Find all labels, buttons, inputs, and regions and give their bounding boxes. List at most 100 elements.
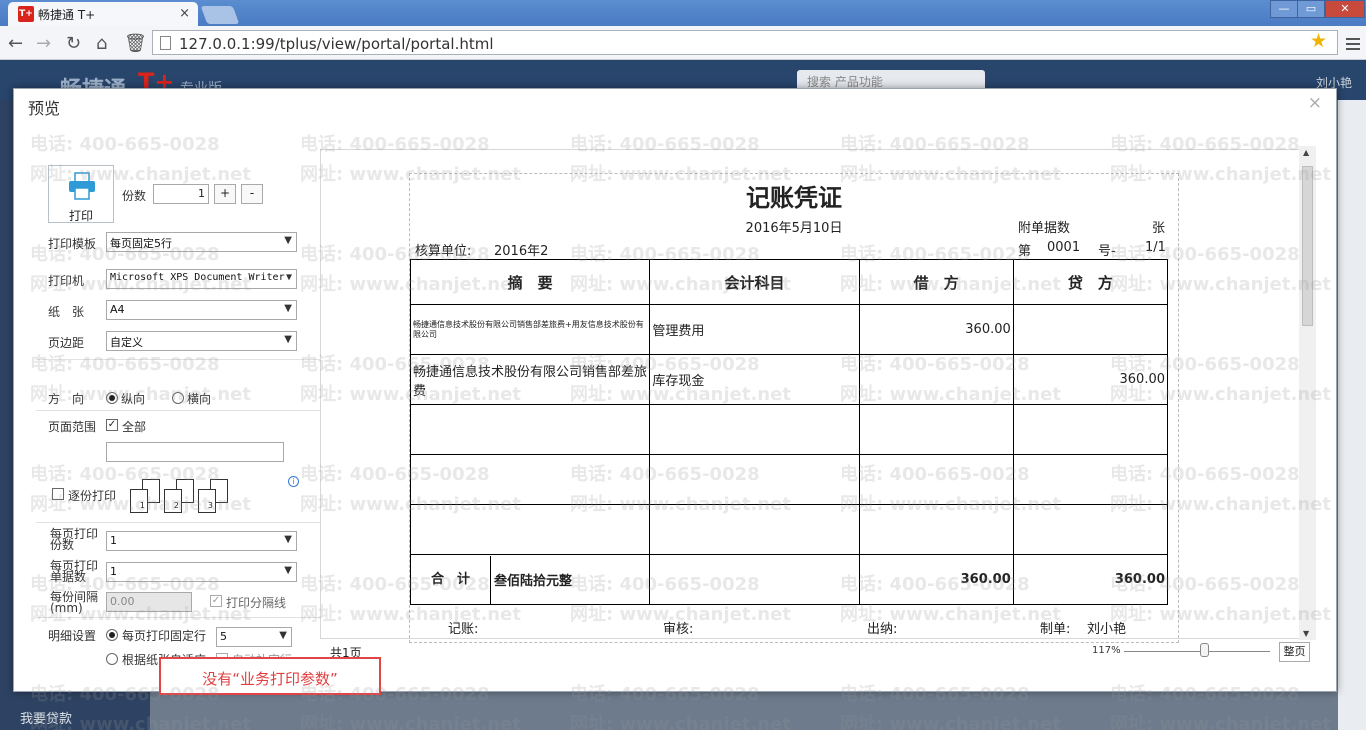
- voucher-header-row: 摘 要 会计科目 借 方 贷 方: [409, 259, 1169, 305]
- detail-fixed-select[interactable]: 5 ▼: [216, 627, 292, 647]
- voucher-page: 记账凭证 2016年5月10日 附单据数 张 核算单位: 2016年2 第 00…: [409, 173, 1179, 643]
- range-input[interactable]: [106, 442, 284, 462]
- zoom-slider-track[interactable]: [1124, 651, 1270, 652]
- address-bar[interactable]: 127.0.0.1:99/tplus/view/portal/portal.ht…: [152, 30, 1338, 55]
- zoom-slider-thumb[interactable]: [1200, 643, 1209, 657]
- voucher-no-label: 第: [1018, 244, 1032, 259]
- detail-fixed-value: 5: [220, 630, 227, 643]
- row-account: 库存现金: [649, 354, 860, 405]
- watermark-web: 网址: www.chanjet.net: [1110, 714, 1331, 730]
- watermark-web: 网址: www.chanjet.net: [570, 714, 791, 730]
- landscape-radio[interactable]: [172, 392, 184, 404]
- margin-label: 页边距: [48, 336, 85, 350]
- tab-title: 畅捷通 T+: [38, 8, 96, 22]
- minimize-button[interactable]: —: [1270, 0, 1298, 18]
- print-button-label: 打印: [68, 209, 93, 223]
- total-label: 合 计: [411, 555, 491, 604]
- collate-page-2: 2: [164, 489, 182, 513]
- annotation-text: 没有“业务打印参数”: [202, 670, 338, 688]
- template-select[interactable]: 每页固定5行 ▼: [106, 232, 297, 252]
- loan-link[interactable]: 我要贷款: [20, 708, 72, 727]
- new-tab-button[interactable]: [200, 6, 240, 24]
- per-page-vouchers-select[interactable]: 1 ▼: [106, 562, 297, 582]
- reload-icon[interactable]: ↻: [66, 33, 81, 54]
- collate-checkbox[interactable]: [52, 488, 64, 500]
- row-summary: [409, 504, 651, 555]
- forward-icon[interactable]: →: [36, 33, 51, 54]
- row-credit: [1012, 304, 1169, 355]
- dialog-title: 预览: [28, 99, 61, 118]
- browser-toolbar: ← → ↻ ⌂ 🗑 127.0.0.1:99/tplus/view/portal…: [0, 26, 1366, 60]
- paper-select[interactable]: A4 ▼: [106, 300, 297, 320]
- bookmark-star-icon[interactable]: ★: [1310, 30, 1327, 52]
- preview-scrollbar[interactable]: ▲ ▼: [1299, 146, 1316, 640]
- table-row: [409, 454, 1169, 505]
- preview-dialog: 预览 × 打印 份数 1 + - 打印模板 每页固定5行 ▼ 打印机 Micros…: [13, 88, 1337, 692]
- chevron-down-icon: ▼: [284, 303, 292, 314]
- row-debit: [858, 354, 1014, 405]
- collate-page-3: 3: [198, 489, 216, 513]
- window-close-button[interactable]: ✕: [1325, 0, 1365, 18]
- maximize-button[interactable]: ▭: [1297, 0, 1325, 18]
- app-right-panel: [1338, 100, 1366, 730]
- fit-page-button[interactable]: 整页: [1279, 642, 1310, 662]
- chevron-down-icon: ▼: [285, 272, 292, 283]
- row-credit: [1012, 454, 1169, 505]
- trash-icon[interactable]: 🗑: [124, 33, 147, 54]
- browser-menu-icon[interactable]: [1346, 38, 1360, 40]
- per-page-copies-select[interactable]: 1 ▼: [106, 531, 297, 551]
- voucher-page: 1/1: [1145, 240, 1166, 255]
- footer-maker-name: 刘小艳: [1087, 622, 1127, 637]
- copies-label: 份数: [122, 189, 147, 203]
- footer-maker: 制单:: [1040, 622, 1071, 637]
- interval-label: 每份间隔(mm): [50, 590, 99, 615]
- home-icon[interactable]: ⌂: [96, 33, 107, 54]
- scrollbar-thumb[interactable]: [1302, 166, 1313, 326]
- printer-select-value: Microsoft XPS Document Writer: [110, 272, 285, 283]
- printer-select[interactable]: Microsoft XPS Document Writer ▼: [106, 269, 297, 289]
- margin-select[interactable]: 自定义 ▼: [106, 331, 297, 351]
- row-credit: 360.00: [1012, 354, 1169, 405]
- row-account: [649, 504, 860, 555]
- margin-select-value: 自定义: [110, 336, 143, 349]
- dialog-close-icon[interactable]: ×: [1308, 93, 1322, 113]
- template-label: 打印模板: [48, 237, 97, 251]
- table-row: 畅捷通信息技术股份有限公司销售部差旅费 库存现金 360.00: [409, 354, 1169, 405]
- scroll-down-icon[interactable]: ▼: [1303, 629, 1309, 638]
- zoom-level: 117%: [1092, 645, 1121, 656]
- row-debit: 360.00: [858, 304, 1014, 355]
- tab-close-icon[interactable]: ×: [179, 6, 190, 21]
- voucher-title: 记账凭证: [746, 183, 842, 212]
- divider: [36, 359, 324, 360]
- interval-input[interactable]: 0.00: [106, 592, 192, 612]
- detail-fixed-radio[interactable]: [106, 629, 118, 641]
- chevron-down-icon: ▼: [279, 630, 287, 641]
- voucher-no: 0001: [1047, 240, 1081, 255]
- row-credit: [1012, 404, 1169, 455]
- back-icon[interactable]: ←: [8, 33, 23, 54]
- per-page-copies-label: 每页打印份数: [50, 527, 99, 552]
- chevron-down-icon: ▼: [284, 534, 292, 545]
- header-summary: 摘 要: [409, 259, 651, 305]
- total-debit: 360.00: [858, 554, 1014, 605]
- copies-input[interactable]: 1: [153, 184, 209, 204]
- info-icon[interactable]: i: [288, 476, 299, 487]
- browser-tab[interactable]: T+ 畅捷通 T+ ×: [8, 2, 198, 26]
- row-account: [649, 404, 860, 455]
- per-page-copies-value: 1: [110, 534, 117, 547]
- per-page-vouchers-value: 1: [110, 565, 117, 578]
- portrait-radio[interactable]: [106, 392, 118, 404]
- separator-checkbox[interactable]: ✓: [210, 595, 222, 607]
- collate-page-1: 1: [130, 489, 148, 513]
- row-summary: [409, 404, 651, 455]
- browser-tabbar: T+ 畅捷通 T+ × — ▭ ✕: [0, 0, 1366, 26]
- detail-fit-radio[interactable]: [106, 653, 118, 665]
- copies-plus-button[interactable]: +: [214, 184, 236, 204]
- app-favicon: T+: [18, 6, 34, 22]
- copies-minus-button[interactable]: -: [241, 184, 263, 204]
- range-all-checkbox[interactable]: ✓: [106, 419, 118, 431]
- template-select-value: 每页固定5行: [110, 237, 172, 250]
- header-credit: 贷 方: [1012, 259, 1169, 305]
- print-button[interactable]: 打印: [48, 165, 114, 223]
- scroll-up-icon[interactable]: ▲: [1303, 148, 1309, 157]
